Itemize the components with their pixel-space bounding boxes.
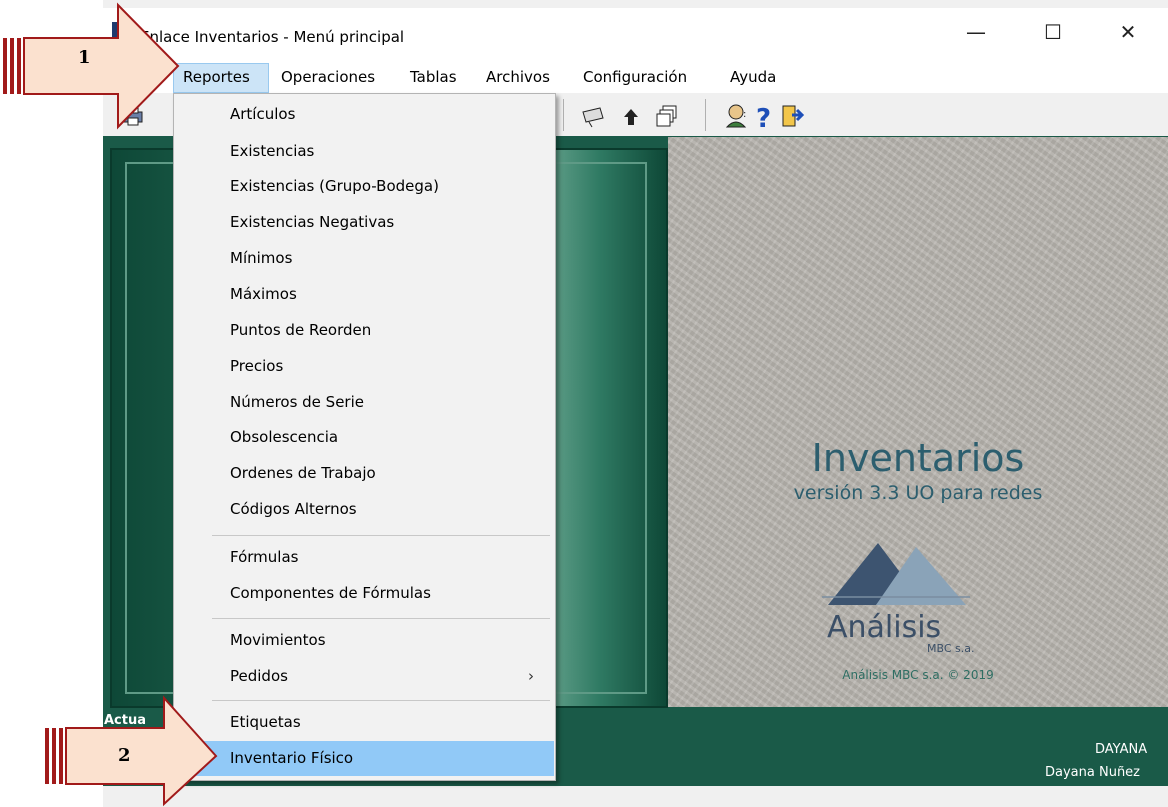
- menu-item-pedidos[interactable]: Pedidos: [174, 659, 554, 694]
- menu-operaciones[interactable]: Operaciones: [281, 68, 375, 86]
- copyright-text: Análisis MBC s.a. © 2019: [842, 668, 994, 682]
- minimize-button[interactable]: —: [956, 20, 996, 44]
- maximize-button[interactable]: ☐: [1033, 20, 1073, 44]
- annotation-arrow-2: [45, 695, 218, 807]
- svg-text::: :: [743, 109, 746, 120]
- toolbar-separator: [705, 99, 706, 131]
- menu-separator: [212, 700, 550, 701]
- keyboard-icon[interactable]: [580, 104, 606, 128]
- menu-item-existencias[interactable]: Existencias: [174, 134, 554, 169]
- menu-item-precios[interactable]: Precios: [174, 349, 554, 384]
- menu-item-existencias-negativas[interactable]: Existencias Negativas: [174, 205, 554, 240]
- menu-item-maximos[interactable]: Máximos: [174, 277, 554, 312]
- status-user-short: DAYANA: [1095, 742, 1148, 757]
- menu-separator: [212, 535, 550, 536]
- company-name: Análisis: [827, 610, 942, 645]
- menu-archivos[interactable]: Archivos: [486, 68, 550, 86]
- menu-item-formulas[interactable]: Fórmulas: [174, 540, 554, 575]
- menu-item-puntos-de-reorden[interactable]: Puntos de Reorden: [174, 313, 554, 348]
- menu-item-movimientos[interactable]: Movimientos: [174, 623, 554, 658]
- annotation-arrow-1: [3, 2, 180, 130]
- toolbar-separator: [563, 99, 564, 131]
- menu-item-numeros-de-serie[interactable]: Números de Serie: [174, 385, 554, 420]
- menu-configuracion[interactable]: Configuración: [583, 68, 687, 86]
- help-person-icon[interactable]: :: [724, 103, 750, 129]
- up-arrow-icon[interactable]: [622, 106, 640, 128]
- menu-item-codigos-alternos[interactable]: Códigos Alternos: [174, 492, 554, 527]
- analisis-logo-icon: [822, 543, 970, 605]
- annotation-label-2: 2: [118, 745, 131, 766]
- splash-version: versión 3.3 UO para redes: [793, 482, 1043, 504]
- submenu-chevron-icon: ›: [528, 667, 534, 685]
- annotation-label-1: 1: [78, 47, 91, 68]
- menu-separator: [212, 618, 550, 619]
- windows-icon[interactable]: [655, 104, 679, 128]
- menu-tablas[interactable]: Tablas: [410, 68, 457, 86]
- splash-title: Inventarios: [811, 436, 1025, 480]
- menu-item-ordenes-de-trabajo[interactable]: Ordenes de Trabajo: [174, 456, 554, 491]
- svg-text:?: ?: [756, 104, 771, 131]
- menu-item-obsolescencia[interactable]: Obsolescencia: [174, 420, 554, 455]
- menu-item-componentes-de-formulas[interactable]: Componentes de Fórmulas: [174, 576, 554, 611]
- menu-item-minimos[interactable]: Mínimos: [174, 241, 554, 276]
- close-button[interactable]: ✕: [1108, 20, 1148, 44]
- company-subtitle: MBC s.a.: [927, 642, 975, 655]
- status-user-full: Dayana Nuñez: [1045, 765, 1140, 780]
- menu-ayuda[interactable]: Ayuda: [730, 68, 776, 86]
- exit-door-icon[interactable]: [780, 103, 806, 129]
- question-icon[interactable]: ?: [754, 103, 776, 131]
- menu-item-existencias-grupo-bodega[interactable]: Existencias (Grupo-Bodega): [174, 169, 554, 204]
